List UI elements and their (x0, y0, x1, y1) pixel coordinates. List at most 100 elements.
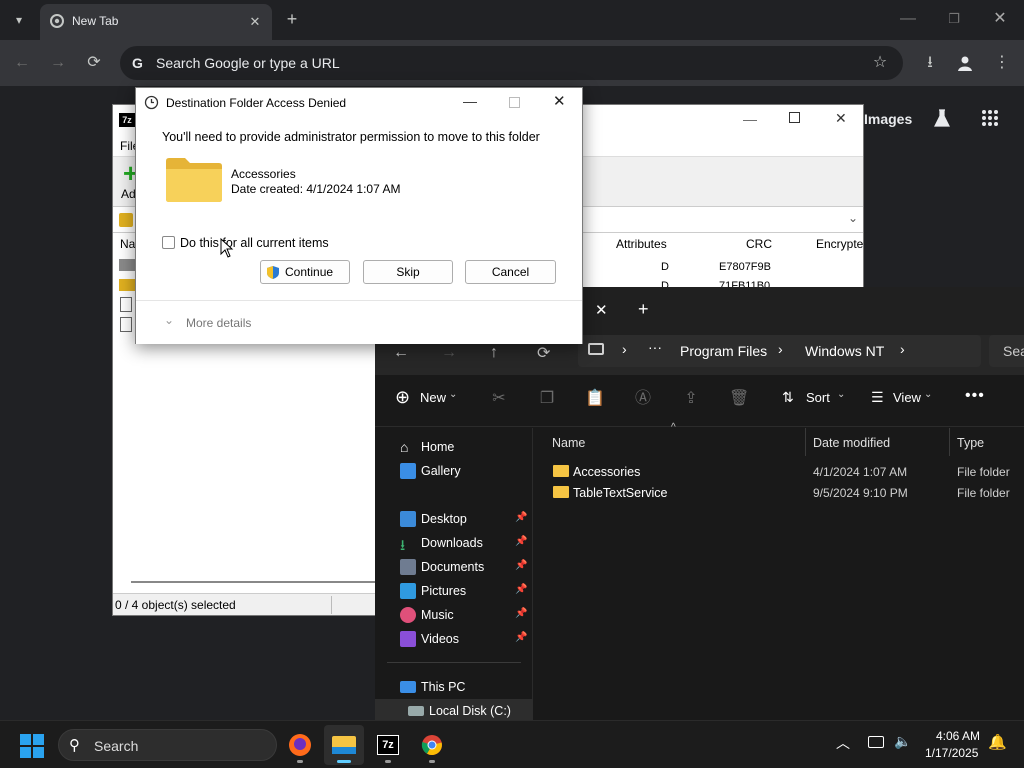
continue-button[interactable]: Continue (260, 260, 350, 284)
more-options-icon[interactable]: ••• (965, 387, 985, 405)
new-tab-icon[interactable]: + (638, 299, 649, 320)
pin-icon[interactable]: 📌 (515, 632, 527, 643)
col-date-header[interactable]: Date modified (813, 436, 890, 450)
chrome-icon[interactable] (412, 725, 452, 765)
do-for-all-label[interactable]: Do this for all current items (180, 236, 329, 250)
bookmark-star-icon[interactable]: ☆ (870, 53, 890, 73)
tab-search-chevron-icon[interactable]: ▾ (9, 10, 29, 30)
forward-icon[interactable]: → (48, 53, 68, 73)
horizontal-scrollbar[interactable] (131, 581, 381, 583)
more-details-toggle[interactable]: ⌄ More details (164, 313, 264, 333)
col-name-header[interactable]: Name (552, 436, 585, 450)
7zip-close-icon[interactable]: ✕ (835, 110, 847, 127)
back-icon[interactable]: ← (12, 53, 32, 73)
pin-icon[interactable]: 📌 (515, 512, 527, 523)
list-item-folder[interactable] (119, 259, 135, 271)
close-tab-icon[interactable]: ✕ (245, 12, 265, 32)
table-row[interactable]: Accessories 4/1/2024 1:07 AM File folder (535, 461, 1024, 482)
sidebar-item-desktop[interactable]: Desktop 📌 (375, 507, 533, 531)
sidebar-item-music[interactable]: Music 📌 (375, 603, 533, 627)
up-icon[interactable]: ↑ (490, 344, 498, 362)
7zip-icon[interactable]: 7z (368, 725, 408, 765)
running-indicator (429, 760, 435, 763)
breadcrumb-windows-nt[interactable]: Windows NT (805, 343, 884, 359)
tab-new-tab[interactable]: New Tab ✕ (40, 4, 272, 40)
reload-icon[interactable]: ⟳ (84, 53, 104, 73)
firefox-icon[interactable] (280, 725, 320, 765)
breadcrumb-overflow[interactable]: ··· (648, 339, 662, 355)
apps-grid-icon[interactable] (981, 109, 999, 127)
taskbar-search[interactable]: ⚲ Search (58, 729, 277, 761)
downloads-icon[interactable]: ⭳ (920, 53, 940, 73)
images-link[interactable]: Images (864, 111, 912, 127)
pin-icon[interactable]: 📌 (515, 536, 527, 547)
new-button[interactable]: ⊕ New ⌄ (393, 387, 463, 413)
sidebar-item-gallery[interactable]: Gallery (375, 459, 533, 483)
col-name-header[interactable]: Na (120, 237, 135, 251)
list-item-file[interactable] (120, 297, 132, 312)
col-encrypted-header[interactable]: Encrypte (816, 237, 863, 251)
forward-icon[interactable]: → (441, 344, 457, 362)
file-name: Accessories (573, 465, 641, 479)
close-tab-icon[interactable]: ✕ (595, 301, 608, 319)
clock-time[interactable]: 4:06 AM (936, 729, 980, 743)
view-button[interactable]: ☰ View ⌄ (869, 389, 939, 413)
list-item-file[interactable] (120, 317, 132, 332)
dialog-close-icon[interactable]: ✕ (553, 92, 566, 110)
search-box[interactable]: Sea (989, 335, 1024, 367)
7zip-maximize-icon[interactable] (789, 112, 800, 123)
table-row[interactable]: TableTextService 9/5/2024 9:10 PM File f… (535, 482, 1024, 503)
col-attributes-header[interactable]: Attributes (616, 237, 667, 251)
col-type-header[interactable]: Type (957, 436, 984, 450)
sidebar-item-pictures[interactable]: Pictures 📌 (375, 579, 533, 603)
minimize-icon[interactable]: — (898, 9, 918, 29)
7zip-minimize-icon[interactable]: — (743, 111, 757, 127)
close-window-icon[interactable]: ✕ (990, 9, 1010, 29)
dialog-maximize-icon (509, 97, 520, 108)
volume-muted-icon[interactable]: 🔈 (894, 733, 911, 750)
taskbar-search-label: Search (94, 738, 139, 754)
sidebar-item-this-pc[interactable]: This PC (375, 675, 533, 699)
pin-icon[interactable]: 📌 (515, 584, 527, 595)
new-tab-icon[interactable]: + (282, 9, 302, 29)
gallery-icon (400, 463, 416, 479)
path-dropdown-icon[interactable]: ⌄ (848, 211, 858, 225)
chevron-down-icon: ⌄ (837, 389, 846, 400)
refresh-icon[interactable]: ⟳ (537, 343, 550, 363)
explorer-file-list[interactable]: ^ Name Date modified Type Accessories 4/… (535, 422, 1024, 720)
sidebar-item-home[interactable]: ⌂ Home (375, 435, 533, 459)
chevron-up-icon[interactable]: ︿ (836, 733, 850, 753)
col-crc-header[interactable]: CRC (746, 237, 772, 251)
chrome-menu-icon[interactable]: ⋮ (992, 53, 1012, 73)
dialog-message: You'll need to provide administrator per… (162, 130, 540, 144)
file-explorer-icon[interactable] (324, 725, 364, 765)
breadcrumb-program-files[interactable]: Program Files (680, 343, 767, 359)
sidebar-item-label: Desktop (421, 512, 467, 526)
sidebar-item-videos[interactable]: Videos 📌 (375, 627, 533, 651)
network-icon[interactable] (868, 736, 884, 748)
omnibox[interactable]: G ☆ (120, 46, 903, 80)
7zip-app-icon: 7z (119, 113, 135, 127)
clock-date[interactable]: 1/17/2025 (925, 746, 978, 760)
pin-icon[interactable]: 📌 (515, 608, 527, 619)
back-icon[interactable]: ← (393, 344, 409, 362)
address-bar[interactable]: › ··· Program Files › Windows NT › (578, 335, 981, 367)
sort-button[interactable]: ⇅ Sort ⌄ (780, 389, 850, 413)
pin-icon[interactable]: 📌 (515, 560, 527, 571)
sidebar-item-downloads[interactable]: ⭳ Downloads 📌 (375, 531, 533, 555)
omnibox-input[interactable] (156, 53, 856, 73)
dialog-minimize-icon[interactable]: — (463, 93, 477, 109)
up-folder-icon[interactable] (119, 213, 133, 227)
labs-flask-icon[interactable] (932, 108, 952, 128)
profile-icon[interactable] (956, 54, 974, 72)
chevron-down-icon: ⌄ (924, 389, 933, 400)
cancel-button[interactable]: Cancel (465, 260, 556, 284)
sidebar-item-documents[interactable]: Documents 📌 (375, 555, 533, 579)
restore-icon[interactable]: ❐ (944, 9, 964, 29)
notification-bell-icon[interactable]: 🔔 (988, 733, 1007, 751)
paste-icon: 📋 (585, 390, 605, 407)
list-item-folder[interactable] (119, 279, 135, 291)
do-for-all-checkbox[interactable] (162, 236, 175, 249)
start-windows-icon[interactable] (20, 734, 44, 758)
skip-button[interactable]: Skip (363, 260, 453, 284)
